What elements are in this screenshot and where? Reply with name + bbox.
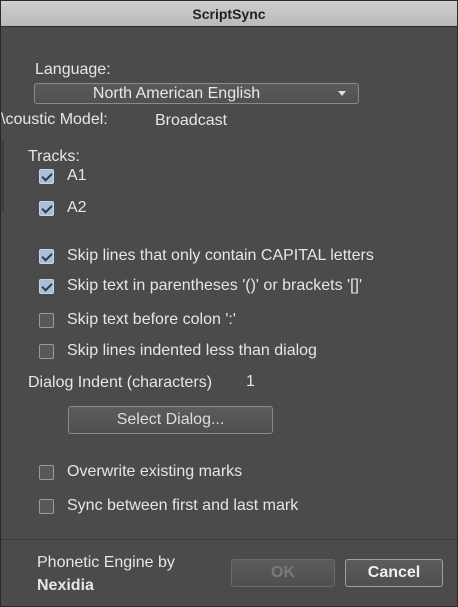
footer-divider xyxy=(1,539,457,540)
skip-capital-checkbox[interactable]: Skip lines that only contain CAPITAL let… xyxy=(39,246,374,266)
track-a2-label: A2 xyxy=(67,199,87,216)
scriptsync-dialog: ScriptSync Language: North American Engl… xyxy=(0,0,458,607)
dialog-indent-label: Dialog Indent (characters) xyxy=(28,374,213,391)
tracks-list-edge xyxy=(1,141,4,211)
chevron-down-icon xyxy=(338,91,346,96)
track-a1-label: A1 xyxy=(67,167,87,184)
acoustic-model-value: Broadcast xyxy=(155,112,228,129)
checkbox-unchecked-icon xyxy=(39,312,54,328)
checkbox-checked-icon xyxy=(39,278,54,294)
track-a1-checkbox[interactable]: A1 xyxy=(39,166,87,186)
skip-indented-label: Skip lines indented less than dialog xyxy=(67,342,317,359)
checkbox-checked-icon xyxy=(39,168,54,184)
overwrite-marks-checkbox[interactable]: Overwrite existing marks xyxy=(39,462,242,482)
checkbox-unchecked-icon xyxy=(39,464,54,480)
checkbox-unchecked-icon xyxy=(39,343,54,359)
language-label: Language: xyxy=(35,61,111,78)
dialog-indent-value[interactable]: 1 xyxy=(246,373,255,391)
phonetic-engine-credit: Phonetic Engine by xyxy=(37,554,175,571)
overwrite-marks-label: Overwrite existing marks xyxy=(67,463,243,480)
skip-parentheses-checkbox[interactable]: Skip text in parentheses '()' or bracket… xyxy=(39,276,362,296)
skip-colon-checkbox[interactable]: Skip text before colon ':' xyxy=(39,310,236,330)
checkbox-checked-icon xyxy=(39,248,54,264)
sync-between-marks-checkbox[interactable]: Sync between first and last mark xyxy=(39,496,298,516)
tracks-label: Tracks: xyxy=(28,148,80,165)
language-select-value: North American English xyxy=(92,85,261,102)
skip-colon-label: Skip text before colon ':' xyxy=(67,311,236,328)
window-title: ScriptSync xyxy=(1,1,457,27)
skip-capital-label: Skip lines that only contain CAPITAL let… xyxy=(67,247,374,264)
select-dialog-button[interactable]: Select Dialog... xyxy=(68,406,273,434)
acoustic-model-label: \coustic Model: xyxy=(1,111,108,128)
ok-button[interactable]: OK xyxy=(231,559,335,587)
checkbox-checked-icon xyxy=(39,200,54,216)
sync-between-marks-label: Sync between first and last mark xyxy=(67,497,299,514)
skip-indented-checkbox[interactable]: Skip lines indented less than dialog xyxy=(39,341,317,361)
skip-parentheses-label: Skip text in parentheses '()' or bracket… xyxy=(67,277,363,294)
track-a2-checkbox[interactable]: A2 xyxy=(39,198,87,218)
language-select[interactable]: North American English xyxy=(34,83,359,104)
cancel-button[interactable]: Cancel xyxy=(345,559,443,587)
checkbox-unchecked-icon xyxy=(39,498,54,514)
nexidia-brand: Nexidia xyxy=(37,577,94,594)
